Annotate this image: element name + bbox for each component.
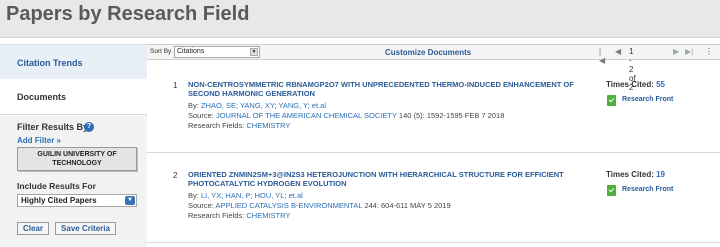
add-filter-link[interactable]: Add Filter »: [17, 136, 61, 145]
sort-select[interactable]: Citations ▼: [174, 46, 260, 58]
filter-chip-line2: TECHNOLOGY: [52, 160, 102, 167]
question-icon[interactable]: ?: [84, 122, 94, 132]
sort-value: Citations: [177, 48, 205, 55]
more-options-icon[interactable]: ⋮: [705, 47, 713, 56]
record-authors: By: LI, YX; HAN, P; HOU, YL; et.al: [188, 191, 303, 200]
last-page-icon[interactable]: ▶|: [685, 47, 693, 56]
sort-by-label: Sort By: [150, 48, 172, 55]
filter-heading: Filter Results By: [17, 122, 89, 132]
times-cited-count[interactable]: 55: [656, 80, 665, 89]
research-fields-label: Research Fields:: [188, 211, 245, 220]
main-content: Sort By Citations ▼ Customize Documents …: [147, 44, 720, 247]
record-number: 2: [173, 171, 178, 180]
record-fields: Research Fields: CHEMISTRY: [188, 121, 290, 130]
save-criteria-button[interactable]: Save Criteria: [55, 222, 116, 235]
include-results-label: Include Results For: [17, 181, 96, 191]
source-link[interactable]: JOURNAL OF THE AMERICAN CHEMICAL SOCIETY: [216, 111, 397, 120]
times-cited-count[interactable]: 19: [656, 170, 665, 179]
source-label: Source:: [188, 111, 214, 120]
authors-link[interactable]: LI, YX; HAN, P; HOU, YL; et.al: [201, 191, 303, 200]
record-source: Source: JOURNAL OF THE AMERICAN CHEMICAL…: [188, 111, 504, 120]
tab-citation-trends[interactable]: Citation Trends: [0, 44, 147, 80]
include-results-select[interactable]: Highly Cited Papers ▼: [17, 194, 137, 207]
source-details: 140 (5): 1592-1595 FEB 7 2018: [396, 111, 505, 120]
filter-panel: Filter Results By ? Add Filter » GUILIN …: [0, 116, 147, 247]
times-cited: Times Cited: 19: [606, 170, 665, 179]
title-bar: Papers by Research Field: [0, 0, 720, 38]
record-number: 1: [173, 81, 178, 90]
list-item: 1 NON-CENTROSYMMETRIC RBNAMGP2O7 WITH UN…: [147, 73, 720, 153]
tab-documents[interactable]: Documents: [0, 79, 147, 115]
next-page-icon[interactable]: ▶: [673, 47, 679, 56]
results-toolbar: Sort By Citations ▼ Customize Documents …: [147, 44, 720, 92]
by-label: By:: [188, 101, 199, 110]
record-authors: By: ZHAO, SE; YANG, XY; YANG, Y; et.al: [188, 101, 326, 110]
times-cited-label: Times Cited:: [606, 80, 654, 89]
filter-chip-line1: GUILIN UNIVERSITY OF: [37, 151, 117, 158]
clear-button[interactable]: Clear: [17, 222, 49, 235]
chevron-down-icon: ▼: [250, 48, 258, 56]
include-results-value: Highly Cited Papers: [21, 196, 97, 205]
research-field-link[interactable]: CHEMISTRY: [246, 211, 290, 220]
filter-chip-institution[interactable]: GUILIN UNIVERSITY OF TECHNOLOGY: [17, 147, 137, 171]
record-title-link[interactable]: ORIENTED ZNMIN2SM+3@IN2S3 HETEROJUNCTION…: [188, 170, 588, 188]
record-source: Source: APPLIED CATALYSIS B-ENVIRONMENTA…: [188, 201, 451, 210]
first-page-icon[interactable]: |◀: [599, 47, 605, 65]
sidebar: Citation Trends Documents Filter Results…: [0, 44, 147, 247]
previous-page-icon[interactable]: ◀: [615, 47, 621, 56]
list-item: 2 ORIENTED ZNMIN2SM+3@IN2S3 HETEROJUNCTI…: [147, 163, 720, 243]
record-fields: Research Fields: CHEMISTRY: [188, 211, 290, 220]
research-fields-label: Research Fields:: [188, 121, 245, 130]
record-title-link[interactable]: NON-CENTROSYMMETRIC RBNAMGP2O7 WITH UNPR…: [188, 80, 588, 98]
research-front-link[interactable]: Research Front: [622, 96, 673, 103]
source-label: Source:: [188, 201, 214, 210]
research-front-icon: [607, 185, 616, 196]
source-details: 244: 604-611 MAY 5 2019: [362, 201, 451, 210]
by-label: By:: [188, 191, 199, 200]
source-link[interactable]: APPLIED CATALYSIS B-ENVIRONMENTAL: [216, 201, 363, 210]
authors-link[interactable]: ZHAO, SE; YANG, XY; YANG, Y; et.al: [201, 101, 326, 110]
research-field-link[interactable]: CHEMISTRY: [246, 121, 290, 130]
chevron-down-icon: ▼: [125, 196, 135, 205]
times-cited: Times Cited: 55: [606, 80, 665, 89]
research-front-icon: [607, 95, 616, 106]
page-title: Papers by Research Field: [6, 3, 250, 25]
research-front-link[interactable]: Research Front: [622, 186, 673, 193]
times-cited-label: Times Cited:: [606, 170, 654, 179]
customize-documents-link[interactable]: Customize Documents: [385, 48, 471, 57]
